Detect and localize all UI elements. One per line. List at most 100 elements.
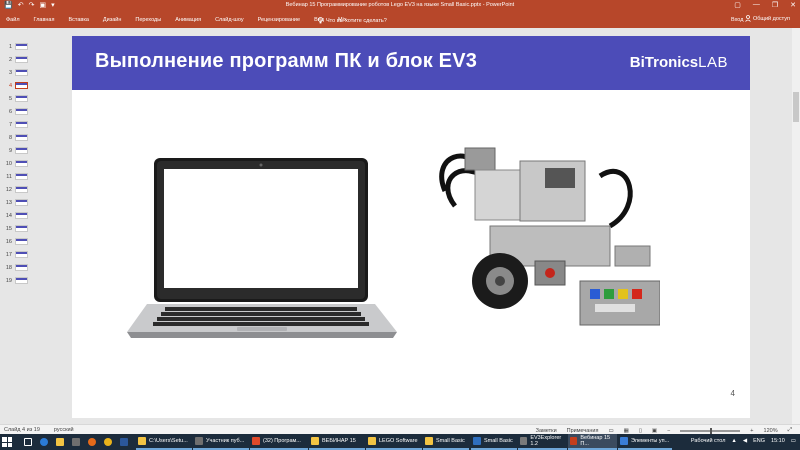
word-icon[interactable] (118, 434, 128, 450)
explorer-icon[interactable] (54, 434, 64, 450)
slide-canvas[interactable]: Выполнение программ ПК и блок EV3 BiTron… (72, 36, 750, 418)
ribbon-tabs-bar: Файл Главная Вставка Дизайн Переходы Ани… (0, 12, 800, 28)
slide-thumbnail[interactable]: 4 (2, 81, 62, 90)
slide-number: 4 (730, 389, 735, 398)
reading-view-icon[interactable]: ▯ (639, 428, 642, 434)
windows-start-icon[interactable] (2, 437, 12, 447)
slide-thumbnail[interactable]: 8 (2, 133, 62, 142)
tab-animations[interactable]: Анимация (168, 17, 208, 23)
tell-me-box[interactable]: Что вы хотите сделать? (318, 17, 387, 24)
slide-thumbnail[interactable]: 14 (2, 211, 62, 220)
zoom-level[interactable]: 120% (764, 428, 778, 434)
slide-thumbnail-preview (15, 173, 28, 180)
fit-to-window-icon[interactable]: ⤢ (788, 427, 792, 434)
tab-home[interactable]: Главная (27, 17, 62, 23)
slide-thumbnail-preview (15, 251, 28, 258)
app-icon (473, 437, 481, 445)
slide-thumbnail[interactable]: 7 (2, 120, 62, 129)
taskbar-app-button[interactable]: C:\Users\Setu... (136, 434, 192, 450)
slide-thumbnail-number: 16 (5, 238, 12, 245)
slide-thumbnail-preview (15, 43, 28, 50)
taskbar-app-button[interactable]: Участник пуб... (193, 434, 249, 450)
taskbar-app-button[interactable]: LEGO Software (366, 434, 422, 450)
network-icon[interactable]: ▲ (731, 438, 736, 444)
bitronics-lab-logo: BiTronicsLAB (629, 54, 728, 71)
clock[interactable]: 15:10 (771, 438, 785, 444)
ev3-robot-image (439, 147, 660, 326)
minimize-icon[interactable]: — (753, 1, 760, 9)
normal-view-icon[interactable]: ▭ (608, 428, 613, 434)
vertical-scrollbar[interactable] (792, 28, 800, 424)
slideshow-view-icon[interactable]: ▣ (652, 428, 657, 434)
chrome-icon[interactable] (102, 434, 112, 450)
slide-thumbnail[interactable]: 11 (2, 172, 62, 181)
slide-thumbnail[interactable]: 3 (2, 68, 62, 77)
slide-thumbnail-preview (15, 186, 28, 193)
slide-thumbnail-number: 19 (5, 277, 12, 284)
taskbar-app-label: (32) Програм... (263, 438, 301, 444)
slide-thumbnail[interactable]: 6 (2, 107, 62, 116)
taskbar-app-button[interactable]: (32) Програм... (250, 434, 308, 450)
app-icon (520, 437, 528, 445)
slide-thumbnail[interactable]: 10 (2, 159, 62, 168)
restore-icon[interactable]: ❐ (772, 1, 778, 9)
tab-design[interactable]: Дизайн (96, 17, 129, 23)
slide-thumbnail[interactable]: 1 (2, 42, 62, 51)
taskbar-app-button[interactable]: EV3Explorer 1.2 (518, 434, 567, 450)
slide-thumbnail[interactable]: 16 (2, 237, 62, 246)
slide-title[interactable]: Выполнение программ ПК и блок EV3 (95, 50, 477, 73)
store-icon[interactable] (70, 434, 80, 450)
taskbar-app-button[interactable]: Вебинар 15 П... (568, 434, 617, 450)
tab-file[interactable]: Файл (4, 17, 27, 23)
scrollbar-thumb[interactable] (793, 92, 799, 122)
language-indicator[interactable]: русский (54, 427, 74, 433)
slide-thumbnail[interactable]: 19 (2, 276, 62, 285)
comments-button[interactable]: Примечания (567, 428, 599, 434)
slide-thumbnail[interactable]: 12 (2, 185, 62, 194)
notes-button[interactable]: Заметки (536, 428, 557, 434)
taskbar-app-label: Small Basic (484, 438, 513, 444)
slide-thumbnail[interactable]: 5 (2, 94, 62, 103)
app-icon (368, 437, 376, 445)
edge-icon[interactable] (38, 434, 48, 450)
slide-thumbnail-number: 1 (8, 43, 12, 50)
slide-thumbnail[interactable]: 2 (2, 55, 62, 64)
slide-thumbnail[interactable]: 9 (2, 146, 62, 155)
tab-transitions[interactable]: Переходы (128, 17, 168, 23)
sign-in-link[interactable]: Вход (731, 17, 743, 23)
slide-thumbnail-preview (15, 199, 28, 206)
tab-insert[interactable]: Вставка (61, 17, 95, 23)
slide-thumbnail[interactable]: 13 (2, 198, 62, 207)
tab-review[interactable]: Рецензирование (251, 17, 307, 23)
zoom-slider[interactable] (680, 427, 741, 434)
ribbon-display-icon[interactable]: ▢ (734, 1, 741, 9)
document-title: Вебинар 15 Программирование роботов Lego… (285, 2, 515, 8)
slide-thumbnail-number: 2 (8, 56, 12, 63)
taskbar-app-button[interactable]: Элементы уп... (618, 434, 672, 450)
slide-thumbnail-number: 17 (5, 251, 12, 258)
task-view-icon[interactable] (22, 434, 32, 450)
taskbar-app-label: Элементы уп... (631, 438, 670, 444)
close-icon[interactable]: ✕ (790, 1, 796, 9)
slide-thumbnail-number: 14 (5, 212, 12, 219)
language-switch[interactable]: ENG (753, 438, 765, 444)
slide-thumbnail[interactable]: 18 (2, 263, 62, 272)
slide-header-band: Выполнение программ ПК и блок EV3 BiTron… (72, 36, 750, 90)
share-button[interactable]: Общий доступ (745, 15, 790, 22)
share-label: Общий доступ (753, 15, 790, 22)
slide-thumbnail[interactable]: 15 (2, 224, 62, 233)
tab-slideshow[interactable]: Слайд-шоу (208, 17, 251, 23)
zoom-out-icon[interactable]: − (667, 428, 670, 434)
taskbar-app-button[interactable]: ВЕБИНАР 15 (309, 434, 365, 450)
notifications-icon[interactable]: ▭ (791, 438, 796, 444)
slide-sorter-icon[interactable]: ▦ (624, 428, 629, 434)
slide-thumbnail[interactable]: 17 (2, 250, 62, 259)
zoom-in-icon[interactable]: + (750, 428, 753, 434)
slide-thumbnail-number: 18 (5, 264, 12, 271)
desktop-label[interactable]: Рабочий стол (691, 438, 726, 444)
taskbar-app-label: Small Basic (436, 438, 465, 444)
taskbar-app-button[interactable]: Small Basic (423, 434, 469, 450)
firefox-icon[interactable] (86, 434, 96, 450)
taskbar-app-button[interactable]: Small Basic (471, 434, 517, 450)
volume-icon[interactable]: ◀ (743, 438, 747, 444)
